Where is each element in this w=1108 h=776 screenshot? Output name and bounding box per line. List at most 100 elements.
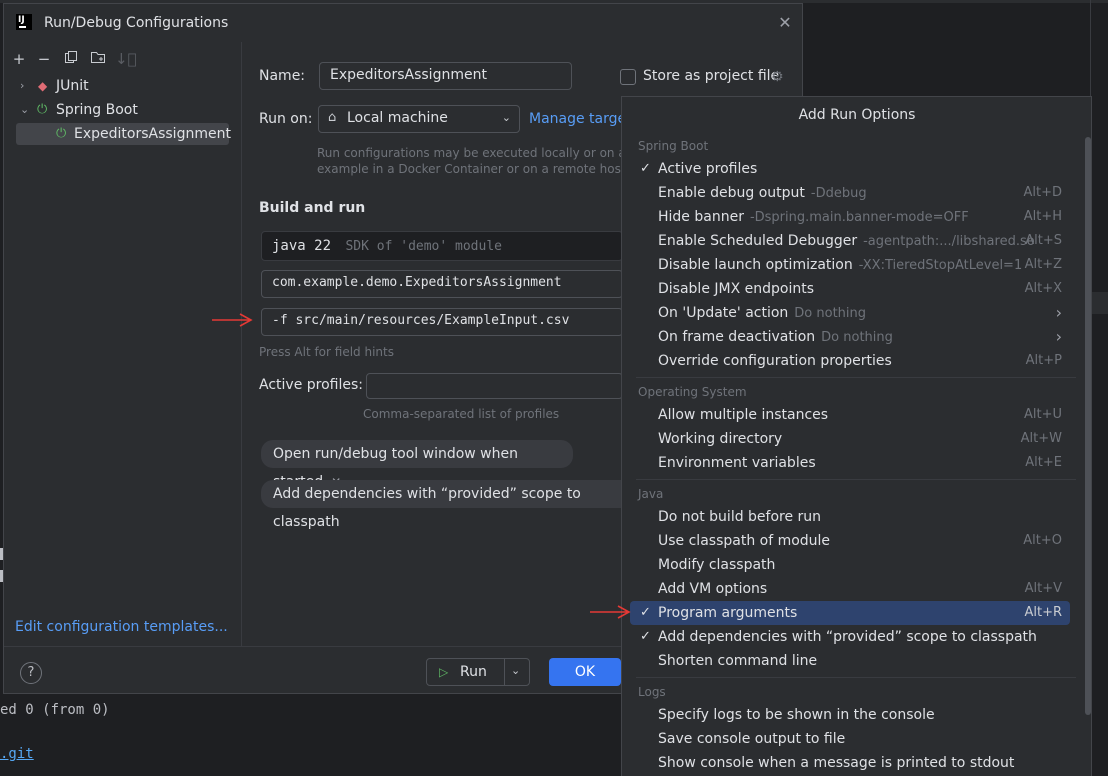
jdk-value: java 22	[272, 238, 332, 254]
run-on-hint: example in a Docker Container or on a re…	[317, 162, 655, 176]
run-option-item[interactable]: On 'Update' action Do nothing ›	[630, 301, 1070, 325]
junit-icon: ◆	[38, 79, 48, 93]
run-option-label: Environment variables	[658, 451, 816, 475]
ok-button[interactable]: OK	[549, 658, 621, 686]
run-option-item[interactable]: Use classpath of module Alt+O	[630, 529, 1070, 553]
shortcut-hint: Alt+X	[1024, 281, 1062, 296]
sort-icon[interactable]: ↓⃮	[115, 50, 137, 68]
intellij-logo-icon: IJ	[16, 14, 32, 30]
chevron-right-icon[interactable]: ›	[20, 75, 32, 97]
shortcut-hint: Alt+U	[1023, 407, 1062, 422]
main-class-field[interactable]: com.example.demo.ExpeditorsAssignment	[261, 270, 623, 298]
shortcut-hint: Alt+S	[1025, 233, 1062, 248]
ide-scroll-marker	[1092, 292, 1108, 314]
option-chip-tool-window[interactable]: Open run/debug tool window when started✕	[261, 440, 573, 490]
run-option-item[interactable]: Enable Scheduled Debugger -agentpath:.../…	[630, 229, 1070, 253]
close-icon[interactable]: ✕	[776, 14, 794, 32]
run-option-hint: -Dspring.main.banner-mode=OFF	[749, 210, 969, 225]
run-option-text: Show console when a message is printed t…	[658, 755, 1015, 771]
run-option-item[interactable]: Enable debug output -Ddebug Alt+D	[630, 181, 1070, 205]
run-option-item[interactable]: Save console output to file	[630, 727, 1070, 751]
run-option-hint: -agentpath:.../libshared.so	[863, 234, 1035, 249]
shortcut-hint: Alt+W	[1020, 431, 1062, 446]
build-and-run-heading: Build and run	[259, 200, 366, 216]
run-option-text: Disable JMX endpoints	[658, 281, 815, 297]
option-chip-provided-scope[interactable]: Add dependencies with “provided” scope t…	[261, 480, 623, 530]
checkmark-icon: ✓	[640, 161, 651, 176]
run-option-item[interactable]: Override configuration properties Alt+P	[630, 349, 1070, 373]
active-profiles-field[interactable]	[366, 373, 623, 399]
run-option-label: On frame deactivation Do nothing	[658, 325, 893, 350]
run-button[interactable]: ▷ Run ⌄	[426, 658, 530, 686]
run-option-item[interactable]: On frame deactivation Do nothing ›	[630, 325, 1070, 349]
store-as-project-checkbox[interactable]	[620, 69, 636, 85]
run-option-item[interactable]: Disable launch optimization -XX:TieredSto…	[630, 253, 1070, 277]
run-option-item[interactable]: Modify classpath	[630, 553, 1070, 577]
run-option-label: Specify logs to be shown in the console	[658, 703, 935, 727]
name-field[interactable]: ExpeditorsAssignment	[319, 62, 572, 90]
run-option-text: Use classpath of module	[658, 533, 831, 549]
run-on-label: Run on:	[259, 111, 313, 127]
run-option-label: Hide banner -Dspring.main.banner-mode=OFF	[658, 205, 969, 230]
help-button[interactable]: ?	[20, 662, 42, 684]
run-option-text: Allow multiple instances	[658, 407, 829, 423]
jdk-select[interactable]: java 22 SDK of 'demo' module	[261, 231, 623, 261]
plus-icon[interactable]: +	[10, 50, 28, 68]
run-option-label: Use classpath of module	[658, 529, 830, 553]
copy-icon[interactable]	[62, 50, 80, 68]
run-on-select[interactable]: ⌂ Local machine ⌄	[318, 105, 520, 133]
run-option-text: On frame deactivation	[658, 329, 816, 345]
run-option-item[interactable]: Add VM options Alt+V	[630, 577, 1070, 601]
minus-icon[interactable]: −	[35, 50, 53, 68]
run-option-text: Active profiles	[658, 161, 758, 177]
run-option-text: Save console output to file	[658, 731, 846, 747]
manage-targets-link[interactable]: Manage target	[529, 111, 632, 127]
gear-icon[interactable]: ⚙	[771, 69, 784, 85]
shortcut-hint: Alt+R	[1024, 605, 1062, 620]
section-logs: Logs	[638, 685, 666, 699]
edit-templates-link[interactable]: Edit configuration templates...	[15, 619, 228, 635]
checkmark-icon: ✓	[640, 605, 651, 620]
run-option-item[interactable]: Working directory Alt+W	[630, 427, 1070, 451]
run-option-item[interactable]: Do not build before run	[630, 505, 1070, 529]
run-option-item[interactable]: Show console when a message is printed t…	[630, 751, 1070, 775]
chevron-down-icon[interactable]: ⌄	[511, 664, 520, 677]
shortcut-hint: Alt+P	[1025, 353, 1062, 368]
run-option-label: Override configuration properties	[658, 349, 892, 373]
folder-icon[interactable]	[89, 50, 107, 68]
program-arguments-field[interactable]: -f src/main/resources/ExampleInput.csv	[261, 308, 623, 336]
section-divider	[636, 377, 1076, 378]
popup-scrollbar[interactable]	[1085, 137, 1091, 715]
annotation-arrow	[590, 605, 631, 619]
run-option-text: Enable Scheduled Debugger	[658, 233, 858, 249]
run-option-item[interactable]: Shorten command line	[630, 649, 1070, 673]
tree-item-expeditors-assignment[interactable]: ⏻ ExpeditorsAssignment	[16, 123, 231, 145]
chevron-down-icon[interactable]: ⌄	[20, 99, 32, 121]
run-option-label: Modify classpath	[658, 553, 775, 577]
tree-item-junit[interactable]: › ◆ JUnit	[18, 75, 228, 97]
dialog-titlebar[interactable]: IJ Run/Debug Configurations ✕	[4, 4, 802, 42]
run-option-text: Do not build before run	[658, 509, 822, 525]
run-option-item[interactable]: ✓ Program arguments Alt+R	[630, 601, 1070, 625]
home-icon: ⌂	[328, 110, 337, 125]
run-option-item[interactable]: Disable JMX endpoints Alt+X	[630, 277, 1070, 301]
play-icon: ▷	[439, 665, 449, 679]
run-option-item[interactable]: Specify logs to be shown in the console	[630, 703, 1070, 727]
run-option-hint: Do nothing	[821, 330, 893, 345]
run-option-item[interactable]: Hide banner -Dspring.main.banner-mode=OFF…	[630, 205, 1070, 229]
run-option-text: On 'Update' action	[658, 305, 789, 321]
run-option-item[interactable]: ✓ Active profiles	[630, 157, 1070, 181]
tree-item-spring-boot[interactable]: ⌄ ⏻ Spring Boot	[18, 99, 228, 121]
run-option-item[interactable]: Environment variables Alt+E	[630, 451, 1070, 475]
dialog-title: Run/Debug Configurations	[44, 15, 229, 31]
run-on-hint: Run configurations may be executed local…	[317, 146, 654, 160]
run-option-label: On 'Update' action Do nothing	[658, 301, 866, 326]
console-link[interactable]: .git	[0, 746, 34, 762]
run-option-item[interactable]: ✓ Add dependencies with “provided” scope …	[630, 625, 1070, 649]
shortcut-hint: Alt+V	[1024, 581, 1062, 596]
section-java: Java	[638, 487, 664, 501]
tree-item-label: JUnit	[56, 78, 89, 94]
spring-boot-icon: ⏻	[56, 126, 67, 141]
run-option-item[interactable]: Allow multiple instances Alt+U	[630, 403, 1070, 427]
run-option-label: Disable JMX endpoints	[658, 277, 814, 301]
